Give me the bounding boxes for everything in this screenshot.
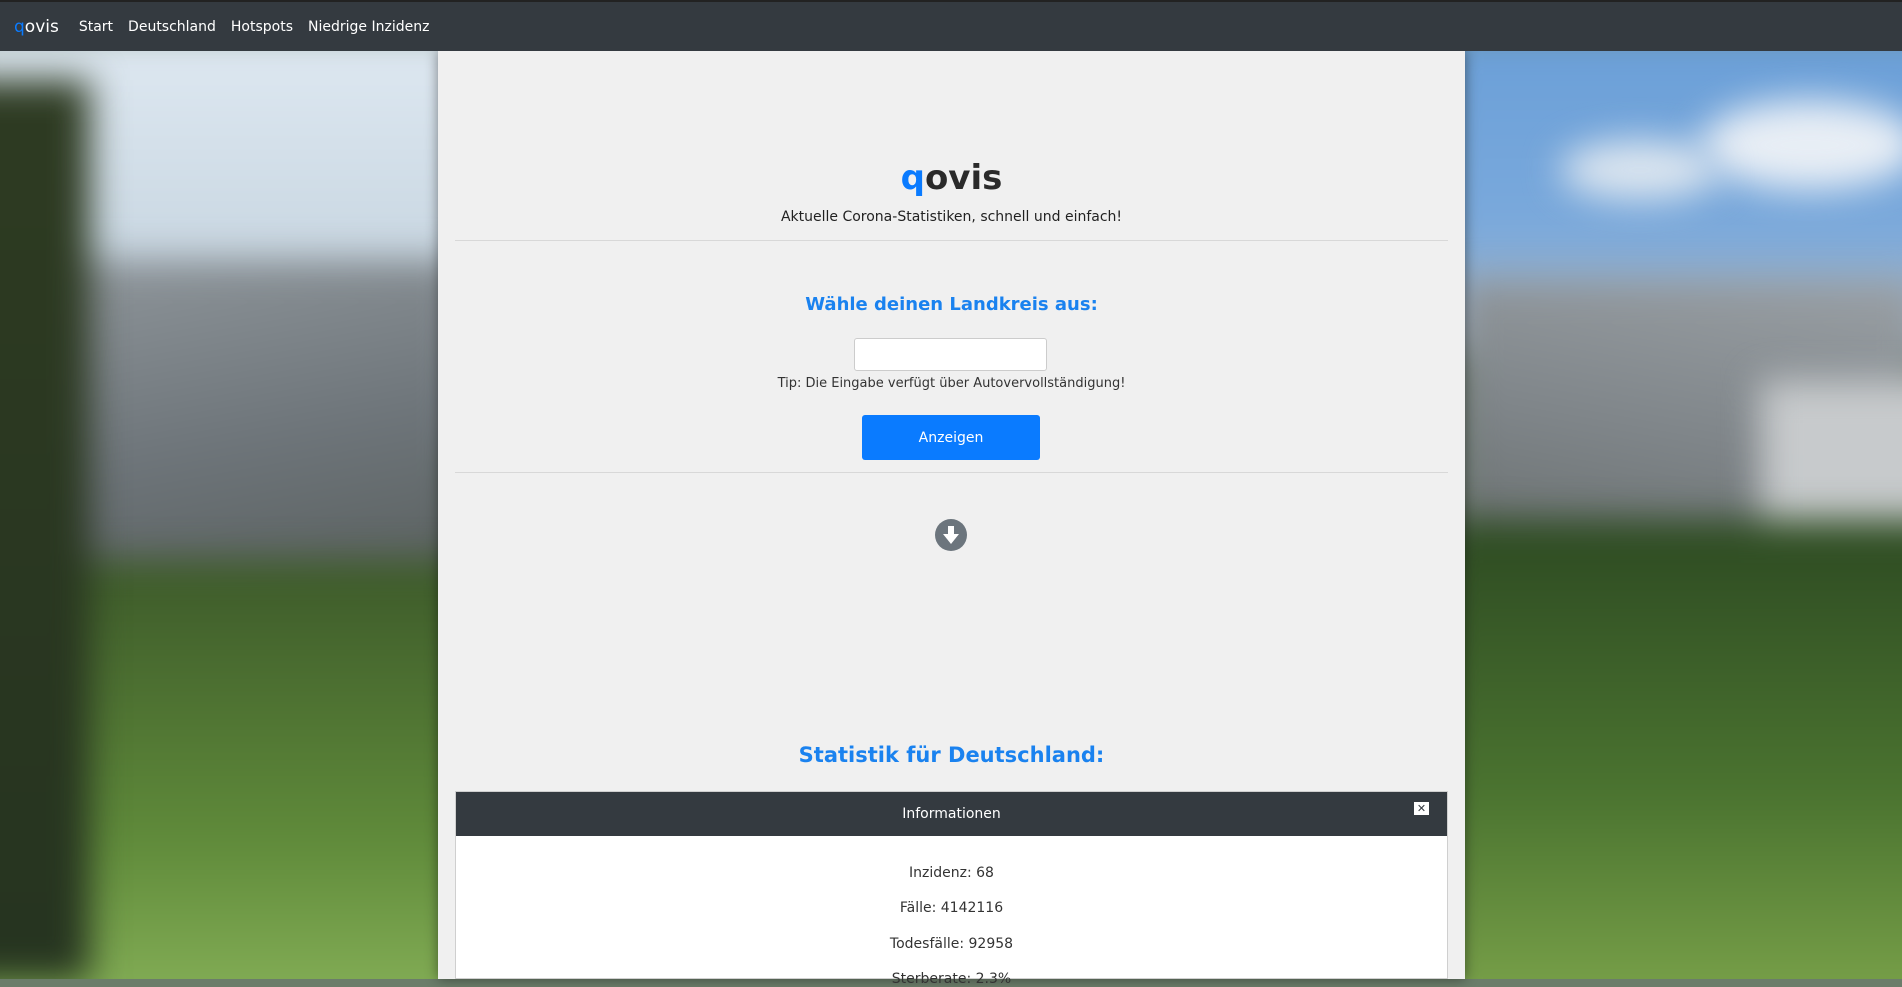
nav-niedrige-inzidenz[interactable]: Niedrige Inzidenz bbox=[308, 19, 429, 35]
stat-cases: Fälle: 4142116 bbox=[899, 900, 1004, 916]
page-subtitle: Aktuelle Corona-Statistiken, schnell und… bbox=[780, 209, 1123, 225]
stat-death-rate: Sterberate: 2.3% bbox=[891, 971, 1012, 987]
card-header: Informationen ✕ bbox=[456, 792, 1447, 836]
stat-deaths: Todesfälle: 92958 bbox=[889, 936, 1014, 952]
divider bbox=[455, 472, 1448, 473]
navbar: qovis Start Deutschland Hotspots Niedrig… bbox=[0, 0, 1902, 51]
nav-start[interactable]: Start bbox=[79, 19, 113, 35]
page-title: qovis bbox=[900, 158, 1003, 198]
close-icon[interactable]: ✕ bbox=[1414, 802, 1429, 815]
stats-heading: Statistik für Deutschland: bbox=[798, 743, 1105, 767]
main-panel: qovis Aktuelle Corona-Statistiken, schne… bbox=[438, 51, 1465, 987]
district-input[interactable] bbox=[854, 338, 1047, 371]
card-title: Informationen bbox=[902, 806, 1001, 822]
nav-deutschland[interactable]: Deutschland bbox=[128, 19, 216, 35]
nav-hotspots[interactable]: Hotspots bbox=[231, 19, 293, 35]
arrow-circle-down-icon[interactable] bbox=[934, 518, 968, 552]
brand-logo[interactable]: qovis bbox=[14, 17, 59, 37]
select-heading: Wähle deinen Landkreis aus: bbox=[805, 294, 1098, 315]
show-button[interactable]: Anzeigen bbox=[862, 415, 1040, 460]
info-card: Informationen ✕ Inzidenz: 68 Fälle: 4142… bbox=[455, 791, 1448, 987]
stat-incidence: Inzidenz: 68 bbox=[909, 865, 994, 881]
divider bbox=[455, 240, 1448, 241]
autocomplete-tip: Tip: Die Eingabe verfügt über Autovervol… bbox=[777, 376, 1126, 391]
